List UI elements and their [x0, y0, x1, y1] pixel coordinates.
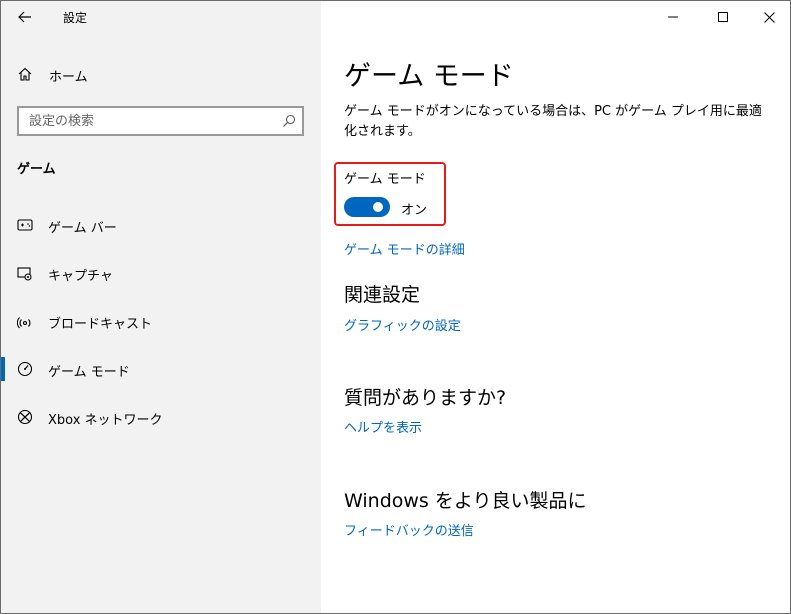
close-button[interactable]	[749, 3, 789, 31]
search-box[interactable]	[17, 106, 304, 136]
game-mode-toggle[interactable]	[344, 197, 390, 217]
page-description: ゲーム モードがオンになっている場合は、PC がゲーム プレイ用に最適化されます…	[344, 104, 762, 139]
sidebar-item-label: ゲーム モード	[48, 365, 130, 380]
sidebar-item-game-bar[interactable]: ゲーム バー	[1, 205, 321, 245]
maximize-icon	[718, 12, 728, 22]
get-help-link[interactable]: ヘルプを表示	[344, 417, 422, 436]
minimize-button[interactable]	[653, 3, 693, 31]
related-settings-heading: 関連設定	[344, 284, 421, 306]
questions-heading: 質問がありますか?	[344, 387, 507, 409]
improve-windows-heading: Windows をより良い製品に	[344, 490, 587, 512]
sidebar-item-label: Xbox ネットワーク	[48, 413, 163, 428]
game-mode-icon	[17, 361, 33, 377]
sidebar-item-label: ゲーム バー	[48, 221, 117, 236]
sidebar: 設定 ホーム ゲーム ゲーム バー	[1, 1, 321, 613]
sidebar-item-xbox-network[interactable]: Xbox ネットワーク	[1, 397, 321, 437]
game-bar-icon	[17, 219, 33, 231]
broadcast-icon	[17, 317, 31, 329]
sidebar-item-label: キャプチャ	[48, 269, 113, 284]
give-feedback-link[interactable]: フィードバックの送信	[344, 520, 474, 539]
sidebar-item-label: ホーム	[49, 70, 88, 85]
maximize-button[interactable]	[703, 3, 743, 31]
page-title: ゲーム モード	[344, 61, 514, 92]
section-title: ゲーム	[17, 162, 56, 177]
game-mode-setting-label: ゲーム モード	[344, 172, 426, 187]
settings-window: 設定 ホーム ゲーム ゲーム バー	[0, 0, 791, 614]
sidebar-item-home[interactable]: ホーム	[1, 59, 321, 89]
capture-icon	[17, 267, 32, 281]
back-button[interactable]	[13, 7, 37, 27]
sidebar-item-capture[interactable]: キャプチャ	[1, 253, 321, 293]
toggle-state-label: オン	[401, 203, 428, 218]
sidebar-item-broadcast[interactable]: ブロードキャスト	[1, 301, 321, 341]
sidebar-item-game-mode[interactable]: ゲーム モード	[1, 349, 321, 389]
home-icon	[18, 67, 32, 81]
toggle-knob	[373, 202, 383, 212]
minimize-icon	[668, 16, 678, 18]
app-title: 設定	[63, 11, 88, 25]
graphics-settings-link[interactable]: グラフィックの設定	[344, 315, 461, 334]
search-icon[interactable]	[282, 114, 296, 128]
xbox-icon	[17, 409, 33, 425]
sidebar-item-label: ブロードキャスト	[48, 317, 153, 332]
back-arrow-icon	[18, 11, 31, 23]
close-icon	[763, 11, 775, 23]
game-mode-details-link[interactable]: ゲーム モードの詳細	[344, 239, 465, 258]
search-input[interactable]	[19, 108, 269, 134]
